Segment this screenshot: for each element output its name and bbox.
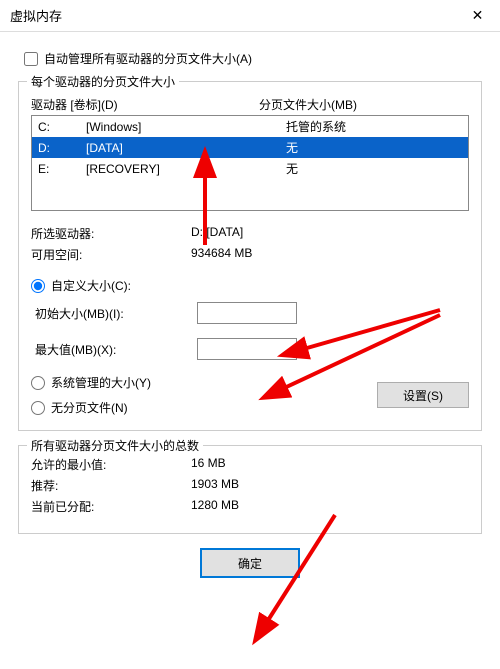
auto-manage-label: 自动管理所有驱动器的分页文件大小(A)	[44, 50, 252, 67]
selected-drive-value: D: [DATA]	[191, 225, 243, 242]
cur-label: 当前已分配:	[31, 498, 191, 515]
table-row[interactable]: D: [DATA] 无	[32, 137, 468, 158]
drive-page-size: 托管的系统	[266, 118, 462, 135]
initial-size-label: 初始大小(MB)(I):	[35, 305, 197, 322]
selected-drive-row: 所选驱动器: D: [DATA]	[31, 225, 469, 242]
custom-size-label: 自定义大小(C):	[51, 277, 131, 294]
group-per-drive-title: 每个驱动器的分页文件大小	[27, 73, 179, 90]
rec-value: 1903 MB	[191, 477, 239, 494]
ok-button[interactable]: 确定	[200, 548, 300, 578]
no-paging-radio[interactable]	[31, 401, 45, 415]
table-row[interactable]: E: [RECOVERY] 无	[32, 158, 468, 179]
custom-size-radio[interactable]	[31, 279, 45, 293]
system-managed-radio[interactable]	[31, 376, 45, 390]
min-value: 16 MB	[191, 456, 226, 473]
no-paging-label: 无分页文件(N)	[51, 399, 128, 416]
group-total: 所有驱动器分页文件大小的总数 允许的最小值: 16 MB 推荐: 1903 MB…	[18, 445, 482, 534]
max-size-input[interactable]	[197, 338, 297, 360]
max-size-label: 最大值(MB)(X):	[35, 341, 197, 358]
header-drive: 驱动器 [卷标](D)	[31, 96, 259, 113]
available-space-value: 934684 MB	[191, 246, 252, 263]
system-managed-label: 系统管理的大小(Y)	[51, 374, 151, 391]
drive-vol-label: [RECOVERY]	[86, 162, 266, 176]
drive-letter: E:	[38, 162, 86, 176]
selected-drive-label: 所选驱动器:	[31, 225, 191, 242]
dialog-footer: 确定	[18, 548, 482, 578]
min-label: 允许的最小值:	[31, 456, 191, 473]
initial-size-input[interactable]	[197, 302, 297, 324]
drive-list[interactable]: C: [Windows] 托管的系统 D: [DATA] 无 E: [RECOV…	[31, 115, 469, 211]
drive-page-size: 无	[266, 139, 462, 156]
max-size-row: 最大值(MB)(X):	[35, 338, 469, 360]
initial-size-row: 初始大小(MB)(I):	[35, 302, 469, 324]
table-row[interactable]: C: [Windows] 托管的系统	[32, 116, 468, 137]
rec-row: 推荐: 1903 MB	[31, 477, 469, 494]
rec-label: 推荐:	[31, 477, 191, 494]
cur-value: 1280 MB	[191, 498, 239, 515]
set-button[interactable]: 设置(S)	[377, 382, 469, 408]
close-icon[interactable]: ✕	[455, 0, 500, 32]
group-total-title: 所有驱动器分页文件大小的总数	[27, 437, 203, 454]
available-space-row: 可用空间: 934684 MB	[31, 246, 469, 263]
window-title: 虚拟内存	[10, 6, 62, 25]
custom-size-radio-row[interactable]: 自定义大小(C):	[31, 277, 469, 294]
drive-list-header: 驱动器 [卷标](D) 分页文件大小(MB)	[31, 96, 469, 113]
drive-letter: D:	[38, 141, 86, 155]
auto-manage-checkbox-row[interactable]: 自动管理所有驱动器的分页文件大小(A)	[24, 50, 482, 67]
cur-row: 当前已分配: 1280 MB	[31, 498, 469, 515]
drive-letter: C:	[38, 120, 86, 134]
auto-manage-checkbox[interactable]	[24, 52, 38, 66]
drive-vol-label: [DATA]	[86, 141, 266, 155]
titlebar: 虚拟内存 ✕	[0, 0, 500, 32]
available-space-label: 可用空间:	[31, 246, 191, 263]
drive-vol-label: [Windows]	[86, 120, 266, 134]
drive-page-size: 无	[266, 160, 462, 177]
header-size: 分页文件大小(MB)	[259, 96, 357, 113]
dialog-content: 自动管理所有驱动器的分页文件大小(A) 每个驱动器的分页文件大小 驱动器 [卷标…	[0, 32, 500, 592]
group-per-drive: 每个驱动器的分页文件大小 驱动器 [卷标](D) 分页文件大小(MB) C: […	[18, 81, 482, 431]
min-row: 允许的最小值: 16 MB	[31, 456, 469, 473]
